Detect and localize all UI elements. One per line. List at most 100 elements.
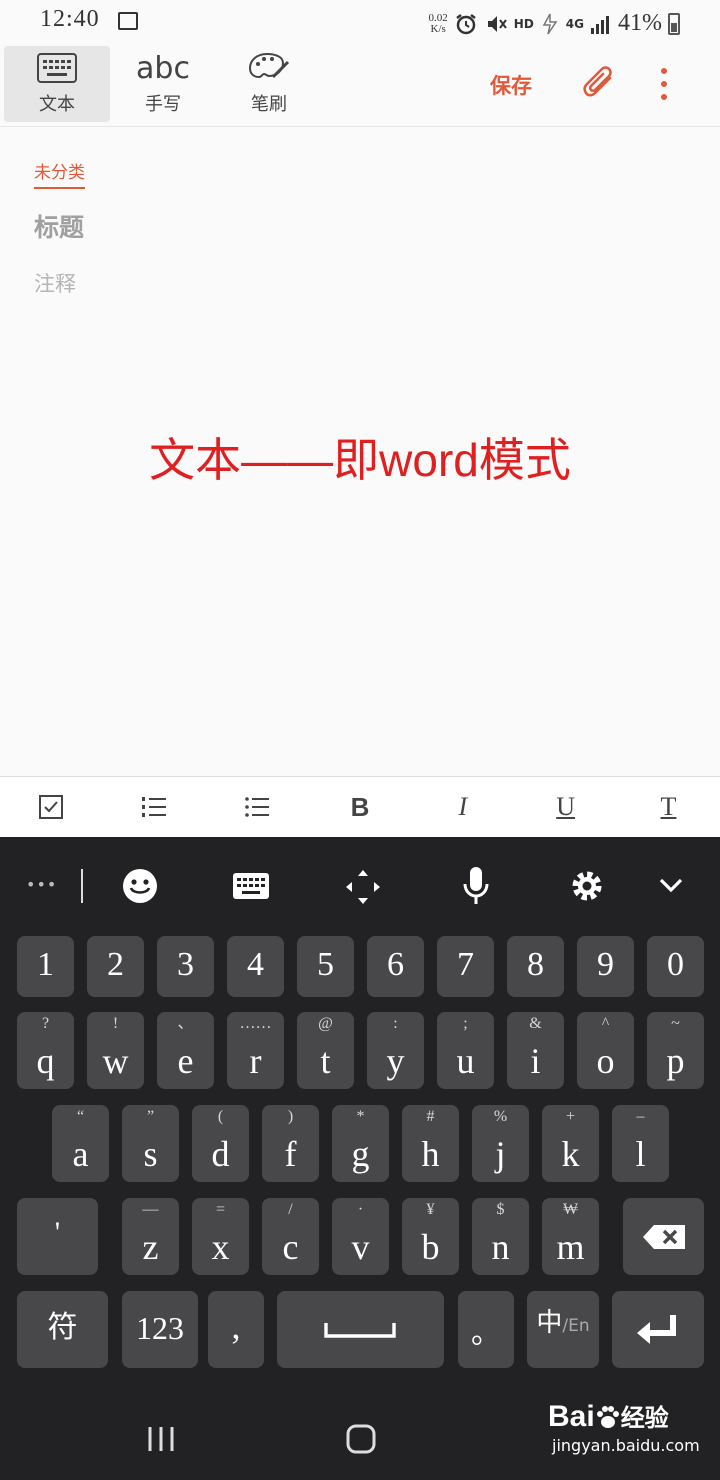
key-1[interactable]: 1 [17,936,74,997]
paw-icon [596,1406,619,1429]
key-f[interactable]: ) f [262,1105,319,1182]
backspace-key[interactable] [623,1198,704,1275]
key-n[interactable]: $ n [472,1198,529,1275]
category-selector[interactable]: 未分类 [34,158,85,189]
mode-text-tab[interactable]: 文本 [4,46,110,122]
battery-icon [668,12,680,35]
key-o[interactable]: ^ o [577,1012,634,1089]
period-key[interactable]: 。 [458,1291,514,1368]
more-toolbar-button[interactable]: ••• [26,875,57,894]
enter-key[interactable] [612,1291,704,1368]
gear-icon[interactable] [569,868,605,904]
key-a-symbol: “ [76,1108,85,1125]
bullet-list-button[interactable] [227,779,287,835]
comma-key[interactable]: , [208,1291,264,1368]
key-m[interactable]: ₩ m [542,1198,599,1275]
more-options-icon[interactable] [654,66,674,102]
title-input[interactable]: 标题 [34,208,84,244]
key-y[interactable]: :y [367,1012,424,1089]
keyboard-switch-icon[interactable] [233,873,269,899]
key-k[interactable]: + k [542,1105,599,1182]
key-x[interactable]: = x [192,1198,249,1275]
key-1-label: 1 [37,946,54,983]
key-6-label: 6 [387,946,404,983]
watermark-brand-cn: 经验 [620,1404,669,1432]
palette-icon [248,52,290,79]
key-u[interactable]: ; u [437,1012,494,1089]
key-i[interactable]: & i [507,1012,564,1089]
key-a[interactable]: “a [52,1105,109,1182]
mode-brush-tab[interactable]: 笔刷 [216,46,322,122]
key-7[interactable]: 7 [437,936,494,997]
battery-percent: 41% [618,10,662,36]
mute-icon [487,15,507,32]
space-key[interactable] [277,1291,444,1368]
key-8[interactable]: 8 [507,936,564,997]
key-y-symbol: : [393,1015,398,1032]
apostrophe-key[interactable]: ' [17,1198,98,1275]
alarm-icon [456,13,476,34]
key-c[interactable]: / c [262,1198,319,1275]
navigation-bar: Bai 经验 jingyan.baidu.com [0,1390,720,1480]
key-u-symbol: ; [463,1015,468,1032]
key-g-symbol: * [356,1108,365,1125]
mode-handwriting-label: 手写 [145,94,181,115]
key-j[interactable]: % j [472,1105,529,1182]
cursor-move-icon[interactable] [344,868,382,906]
key-t[interactable]: @ t [297,1012,354,1089]
italic-button[interactable]: I [433,779,493,835]
key-x-label: x [211,1227,230,1267]
save-button[interactable]: 保存 [490,70,532,100]
bold-button[interactable]: B [330,779,390,835]
key-l[interactable]: – l [612,1105,669,1182]
mode-text-label: 文本 [39,94,75,115]
numbered-list-button[interactable] [124,779,184,835]
key-q-label: q [36,1041,55,1081]
attach-icon[interactable] [582,66,618,106]
underline-button[interactable]: U [536,779,596,835]
key-v[interactable]: · v [332,1198,389,1275]
text-style-button[interactable]: T [638,779,698,835]
key-s[interactable]: ” s [122,1105,179,1182]
key-d[interactable]: (d [192,1105,249,1182]
checkbox-button[interactable] [21,779,81,835]
key-p[interactable]: ~ p [647,1012,704,1089]
key-z[interactable]: — z [122,1198,179,1275]
symbols-key[interactable]: 符 [17,1291,108,1368]
body-input[interactable]: 注释 [34,268,76,298]
net-speed-unit: K/s [430,22,446,35]
key-w[interactable]: ! w [87,1012,144,1089]
key-e-label: e [177,1041,194,1081]
key-g[interactable]: * g [332,1105,389,1182]
toolbar-divider [81,869,83,903]
key-u-label: u [456,1041,475,1081]
key-0[interactable]: 0 [647,936,704,997]
home-icon[interactable] [346,1424,376,1454]
language-switch-key[interactable]: 中/En [527,1291,599,1368]
key-2[interactable]: 2 [87,936,144,997]
key-r[interactable]: …… r [227,1012,284,1089]
numbers-key[interactable]: 123 [122,1291,198,1368]
key-v-label: v [351,1227,370,1267]
key-e[interactable]: 、 e [157,1012,214,1089]
key-3[interactable]: 3 [157,936,214,997]
key-6[interactable]: 6 [367,936,424,997]
key-2-label: 2 [107,946,124,983]
key-b[interactable]: ¥ b [402,1198,459,1275]
recent-apps-icon[interactable] [147,1426,175,1452]
key-r-label: r [249,1041,262,1081]
key-e-symbol: 、 [177,1015,194,1032]
lang-main-label: 中 [536,1308,563,1338]
key-h[interactable]: # h [402,1105,459,1182]
key-5[interactable]: 5 [297,936,354,997]
key-4[interactable]: 4 [227,936,284,997]
key-z-symbol: — [142,1201,159,1218]
mode-handwriting-tab[interactable]: abc 手写 [110,46,216,122]
emoji-icon[interactable] [122,868,158,904]
key-q[interactable]: ? q [17,1012,74,1089]
key-f-symbol: ) [287,1108,294,1125]
collapse-keyboard-icon[interactable] [658,875,684,897]
key-9[interactable]: 9 [577,936,634,997]
microphone-icon[interactable] [462,866,490,906]
key-i-symbol: & [529,1015,542,1032]
